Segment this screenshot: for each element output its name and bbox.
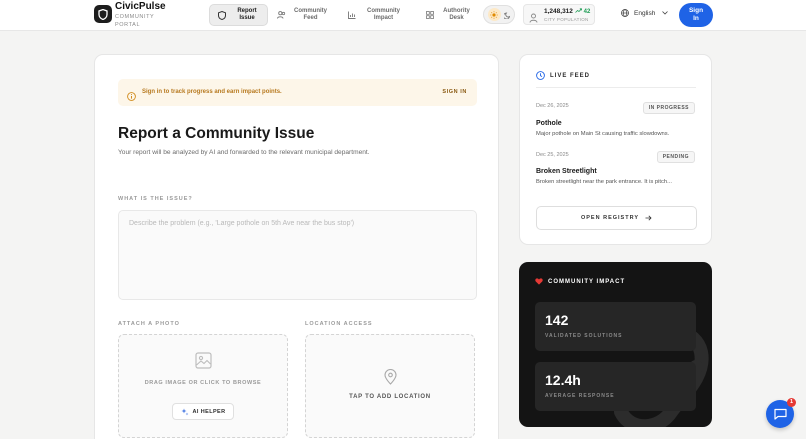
brand: CivicPulse COMMUNITY PORTAL — [115, 1, 166, 29]
tab-authority-desk[interactable]: Authority Desk — [418, 4, 478, 26]
arrow-right-icon — [645, 215, 652, 221]
dropzone-text: DRAG IMAGE OR CLICK TO BROWSE — [144, 380, 262, 386]
population-delta: 42 — [575, 8, 590, 15]
population-label: CITY POPULATION — [544, 17, 589, 22]
sign-in-label: Sign In — [688, 7, 704, 22]
info-icon — [127, 88, 136, 106]
open-registry-button[interactable]: OPEN REGISTRY — [536, 206, 697, 230]
alert-text: Sign in to track progress and earn impac… — [142, 89, 282, 95]
feed-item-title[interactable]: Broken Streetlight — [536, 168, 597, 175]
stat-label: AVERAGE RESPONSE — [545, 393, 615, 399]
ai-helper-button[interactable]: AI HELPER — [172, 403, 234, 420]
feed-item-description: Broken streetlight near the park entranc… — [536, 179, 672, 185]
chevron-down-icon — [662, 11, 669, 15]
user-icon — [529, 10, 538, 28]
stat-value: 12.4h — [545, 372, 581, 388]
brand-subtitle: COMMUNITY PORTAL — [115, 14, 155, 28]
stat-validated-solutions: 142 VALIDATED SOLUTIONS — [535, 302, 696, 351]
impact-header: COMMUNITY IMPACT — [535, 278, 625, 285]
issue-label: WHAT IS THE ISSUE? — [118, 196, 193, 202]
tab-community-impact[interactable]: Community Impact — [340, 4, 410, 26]
tab-report-issue[interactable]: Report Issue — [209, 4, 268, 26]
trend-up-icon — [575, 8, 582, 13]
tab-label: Community Impact — [367, 8, 400, 21]
community-impact-card: COMMUNITY IMPACT 142 VALIDATED SOLUTIONS… — [519, 262, 712, 427]
location-action-text: TAP TO ADD LOCATION — [349, 394, 431, 400]
tab-label: Community Feed — [294, 8, 327, 21]
impact-title: COMMUNITY IMPACT — [548, 278, 626, 285]
live-feed-title: LIVE FEED — [550, 72, 591, 79]
grid-icon — [425, 10, 435, 20]
clock-icon — [536, 71, 545, 80]
stat-average-response: 12.4h AVERAGE RESPONSE — [535, 362, 696, 411]
globe-icon — [621, 9, 629, 17]
sun-icon[interactable] — [487, 8, 501, 21]
stat-value: 142 — [545, 312, 569, 328]
users-icon — [276, 10, 286, 20]
alert-sign-in-link[interactable]: SIGN IN — [442, 89, 467, 95]
tab-label: Report Issue — [237, 8, 257, 21]
language-selector[interactable]: English — [621, 9, 669, 17]
photo-label: ATTACH A PHOTO — [118, 321, 180, 327]
photo-dropzone[interactable]: DRAG IMAGE OR CLICK TO BROWSE AI HELPER — [118, 334, 288, 438]
ai-helper-label: AI HELPER — [192, 408, 226, 415]
moon-icon[interactable] — [502, 6, 511, 24]
notification-badge: 1 — [787, 398, 796, 407]
logo-icon[interactable] — [94, 5, 112, 23]
sparkles-icon — [181, 408, 189, 415]
sign-in-button[interactable]: Sign In — [679, 3, 713, 27]
shield-icon — [217, 10, 227, 20]
stat-label: VALIDATED SOLUTIONS — [545, 333, 623, 339]
sign-in-alert: Sign in to track progress and earn impac… — [118, 79, 477, 106]
status-badge: IN PROGRESS — [642, 102, 695, 114]
language-label: English — [634, 9, 656, 17]
feed-item-title[interactable]: Pothole — [536, 120, 562, 127]
feed-item-date: Dec 26, 2025 — [536, 103, 569, 109]
top-header: CivicPulse COMMUNITY PORTAL Report Issue… — [0, 0, 806, 31]
population-delta-value: 42 — [583, 9, 591, 15]
tab-label: Authority Desk — [443, 8, 470, 21]
location-picker[interactable]: TAP TO ADD LOCATION — [305, 334, 475, 438]
feed-item-description: Major pothole on Main St causing traffic… — [536, 131, 670, 137]
open-registry-label: OPEN REGISTRY — [580, 215, 640, 221]
population-value: 1,248,312 — [544, 8, 573, 15]
report-card: Sign in to track progress and earn impac… — [94, 54, 499, 439]
page-title: Report a Community Issue — [118, 125, 315, 142]
location-label: LOCATION ACCESS — [305, 321, 373, 327]
brand-name: CivicPulse — [115, 1, 166, 12]
theme-toggle[interactable] — [483, 5, 515, 24]
page-description: Your report will be analyzed by AI and f… — [118, 149, 370, 156]
tab-community-feed[interactable]: Community Feed — [269, 4, 335, 26]
status-badge: PENDING — [656, 151, 695, 163]
population-widget: 1,248,312 42 CITY POPULATION — [523, 4, 595, 25]
live-feed-card: LIVE FEED Dec 26, 2025 IN PROGRESS Potho… — [519, 54, 712, 245]
heart-icon — [535, 278, 543, 285]
divider — [536, 87, 696, 88]
live-feed-header: LIVE FEED — [536, 71, 590, 80]
bar-chart-icon — [347, 10, 357, 20]
chat-icon — [773, 408, 787, 420]
issue-description-input[interactable] — [118, 210, 477, 300]
map-pin-icon — [384, 369, 397, 390]
image-icon — [195, 352, 212, 374]
feed-item-date: Dec 25, 2025 — [536, 152, 569, 158]
